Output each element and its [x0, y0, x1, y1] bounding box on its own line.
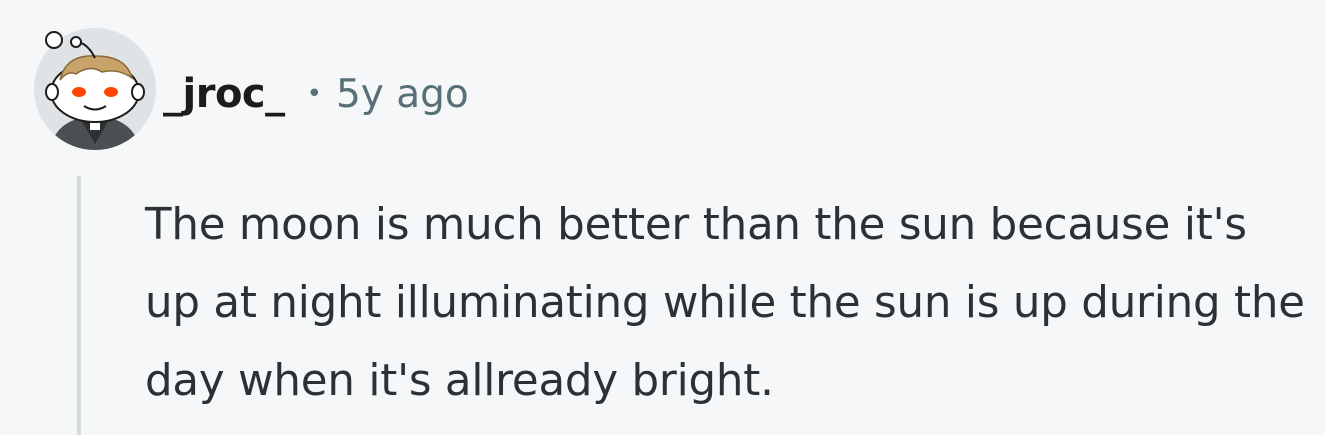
snoo-avatar-icon	[34, 28, 156, 150]
thread-collapse-line[interactable]	[77, 176, 81, 435]
comment-meta: _jroc_ • 5y ago	[163, 62, 469, 126]
author-username[interactable]: _jroc_	[163, 71, 285, 117]
comment-timestamp[interactable]: 5y ago	[336, 72, 469, 117]
user-avatar[interactable]	[32, 26, 158, 152]
comment-body: The moon is much better than the sun bec…	[145, 200, 1305, 406]
meta-separator: •	[306, 79, 322, 109]
comment: _jroc_ • 5y ago The moon is much better …	[0, 0, 1326, 435]
